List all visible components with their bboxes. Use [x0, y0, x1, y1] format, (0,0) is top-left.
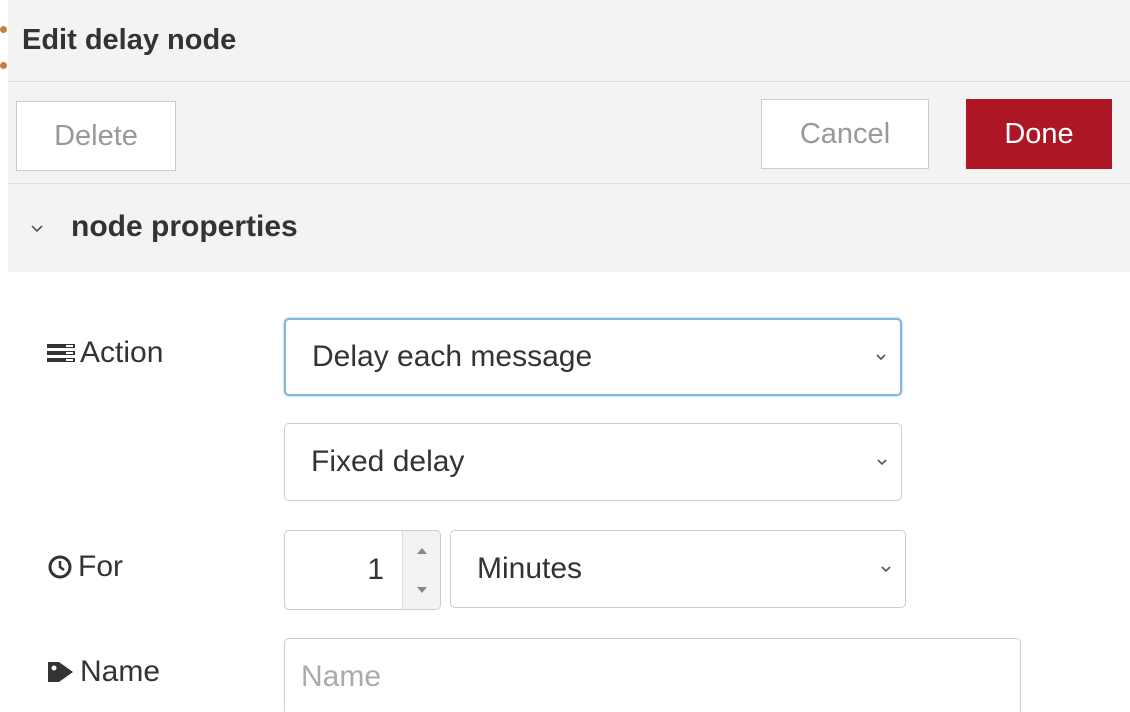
list-icon: [47, 344, 75, 362]
spinner-up-button[interactable]: [403, 531, 441, 570]
chevron-down-icon: [881, 566, 891, 573]
done-button[interactable]: Done: [966, 99, 1112, 169]
action-label: Action: [46, 336, 163, 370]
action-select[interactable]: Delay each message: [284, 318, 902, 396]
tray-title: Edit delay node: [22, 24, 237, 56]
caret-down-icon: [417, 586, 427, 593]
cancel-button[interactable]: Cancel: [761, 99, 929, 169]
chevron-down-icon: [876, 354, 886, 361]
section-title: node properties: [71, 210, 298, 243]
delay-amount-spinner[interactable]: 1: [284, 530, 441, 610]
chevron-down-icon: [31, 225, 43, 233]
tray-header: Edit delay node: [8, 0, 1130, 82]
action-label-text: Action: [80, 336, 164, 369]
for-label-text: For: [78, 550, 123, 583]
name-input[interactable]: [284, 638, 1021, 712]
delay-unit-select-value: Minutes: [477, 552, 583, 585]
resize-dot: [0, 62, 7, 69]
spinner-buttons: [402, 531, 440, 609]
chevron-down-icon: [877, 459, 887, 466]
delay-type-select-value: Fixed delay: [311, 445, 465, 478]
name-label-text: Name: [80, 655, 161, 688]
for-label: For: [46, 550, 123, 584]
spinner-down-button[interactable]: [403, 570, 441, 609]
tag-icon: [48, 662, 73, 682]
caret-up-icon: [417, 547, 427, 554]
node-properties-section-header[interactable]: node properties: [8, 184, 1130, 272]
delay-amount-value: 1: [367, 553, 384, 586]
name-label: Name: [46, 655, 160, 689]
resize-handle[interactable]: [0, 26, 8, 70]
tray-toolbar: Delete Cancel Done: [8, 82, 1130, 184]
delete-button[interactable]: Delete: [16, 101, 176, 171]
delay-type-select[interactable]: Fixed delay: [284, 423, 902, 501]
resize-dot: [0, 26, 7, 33]
clock-icon: [48, 555, 72, 579]
delay-unit-select[interactable]: Minutes: [450, 530, 906, 608]
action-select-value: Delay each message: [312, 340, 593, 373]
